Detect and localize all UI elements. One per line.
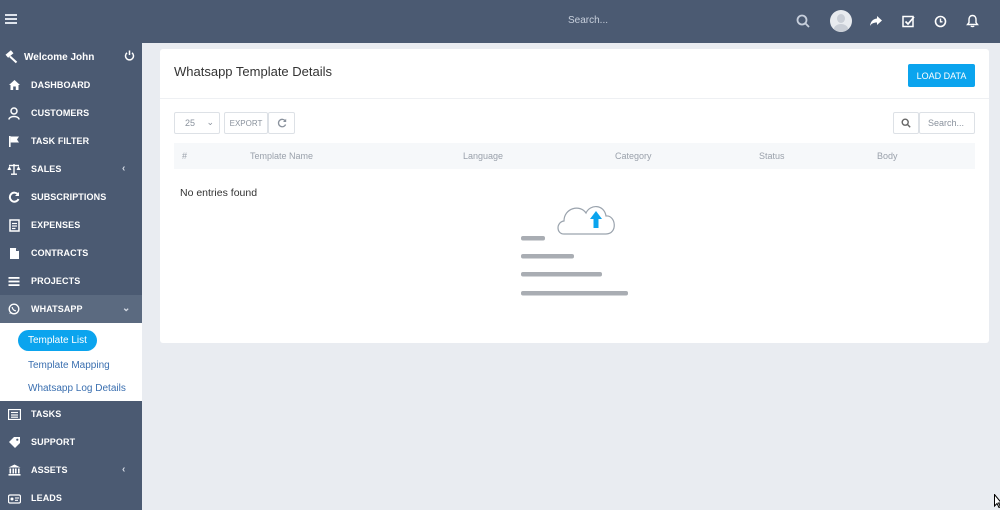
- ticket-icon: [7, 435, 21, 449]
- sidebar-item-sales[interactable]: SALES ‹: [0, 155, 142, 183]
- sidebar-item-label: PROJECTS: [31, 276, 81, 286]
- sidebar-item-assets[interactable]: ASSETS ‹: [0, 456, 142, 484]
- search-icon: [901, 118, 911, 128]
- sidebar: Welcome John DASHBOARD CUSTOMERS TASK FI…: [0, 43, 142, 510]
- sidebar-item-label: EXPENSES: [31, 220, 81, 230]
- template-details-card: Whatsapp Template Details LOAD DATA 25 ⌄…: [160, 49, 989, 343]
- user-icon: [7, 106, 21, 120]
- whatsapp-icon: [7, 302, 21, 316]
- chevron-left-icon: ‹: [122, 464, 126, 475]
- sidebar-item-label: WHATSAPP: [31, 304, 83, 314]
- page-size-select[interactable]: 25 ⌄: [174, 112, 220, 134]
- whatsapp-submenu: Template List Template Mapping Whatsapp …: [0, 323, 142, 401]
- checkbox-icon[interactable]: [899, 12, 917, 30]
- column-header[interactable]: Language: [463, 151, 503, 161]
- sidebar-item-label: SUPPORT: [31, 437, 76, 447]
- export-button[interactable]: EXPORT: [224, 112, 268, 134]
- bell-icon[interactable]: [963, 12, 981, 30]
- mouse-cursor-icon: [994, 493, 1000, 510]
- column-header[interactable]: Template Name: [250, 151, 313, 161]
- sidebar-item-label: ASSETS: [31, 465, 68, 475]
- gavel-icon: [4, 50, 18, 67]
- sidebar-item-label: DASHBOARD: [31, 80, 91, 90]
- load-data-button[interactable]: LOAD DATA: [908, 64, 975, 87]
- file-icon: [7, 246, 21, 260]
- sidebar-item-contracts[interactable]: CONTRACTS: [0, 239, 142, 267]
- home-icon: [7, 78, 21, 92]
- column-header[interactable]: Status: [759, 151, 785, 161]
- document-icon: [7, 218, 21, 232]
- avatar[interactable]: [830, 10, 852, 32]
- sidebar-item-dashboard[interactable]: DASHBOARD: [0, 71, 142, 99]
- sidebar-item-customers[interactable]: CUSTOMERS: [0, 99, 142, 127]
- chevron-down-icon: ⌄: [122, 303, 131, 314]
- power-icon[interactable]: [124, 50, 135, 64]
- bars-icon: [7, 274, 21, 288]
- column-header[interactable]: #: [182, 151, 187, 161]
- sidebar-item-support[interactable]: SUPPORT: [0, 428, 142, 456]
- chevron-down-icon: ⌄: [206, 117, 214, 127]
- divider: [160, 98, 989, 99]
- bank-icon: [7, 463, 21, 477]
- leads-icon: [7, 491, 21, 505]
- column-header[interactable]: Body: [877, 151, 898, 161]
- submenu-template-list[interactable]: Template List: [18, 330, 97, 351]
- sidebar-item-task-filter[interactable]: TASK FILTER: [0, 127, 142, 155]
- scale-icon: [7, 162, 21, 176]
- sidebar-item-projects[interactable]: PROJECTS: [0, 267, 142, 295]
- sidebar-item-leads[interactable]: LEADS: [0, 484, 142, 510]
- refresh-icon: [7, 190, 21, 204]
- refresh-button[interactable]: [268, 112, 295, 134]
- sidebar-item-tasks[interactable]: TASKS: [0, 400, 142, 428]
- sidebar-item-label: SALES: [31, 164, 62, 174]
- sidebar-item-label: SUBSCRIPTIONS: [31, 192, 107, 202]
- tasks-icon: [7, 407, 21, 421]
- submenu-template-mapping[interactable]: Template Mapping: [28, 360, 110, 371]
- page-title: Whatsapp Template Details: [174, 64, 333, 79]
- sidebar-item-label: TASK FILTER: [31, 136, 90, 146]
- refresh-icon: [277, 118, 286, 128]
- clock-icon[interactable]: [931, 12, 949, 30]
- sidebar-item-label: LEADS: [31, 493, 63, 503]
- welcome-header: Welcome John: [0, 43, 142, 71]
- share-icon[interactable]: [867, 12, 885, 30]
- chevron-left-icon: ‹: [122, 163, 126, 174]
- search-icon[interactable]: [794, 12, 812, 30]
- table-header: # Template Name Language Category Status…: [174, 143, 975, 169]
- sidebar-item-label: CUSTOMERS: [31, 108, 90, 118]
- cloud-upload-icon: [520, 194, 640, 304]
- menu-icon[interactable]: [5, 14, 17, 28]
- sidebar-item-whatsapp[interactable]: WHATSAPP ⌄: [0, 295, 142, 323]
- welcome-text: Welcome John: [24, 52, 95, 63]
- submenu-whatsapp-log-details[interactable]: Whatsapp Log Details: [28, 383, 126, 394]
- sidebar-item-subscriptions[interactable]: SUBSCRIPTIONS: [0, 183, 142, 211]
- top-bar: Search...: [0, 0, 1000, 43]
- sidebar-item-label: TASKS: [31, 409, 62, 419]
- search-button[interactable]: [893, 112, 919, 134]
- page-size-value: 25: [185, 118, 196, 128]
- table-search-input[interactable]: Search...: [919, 112, 975, 134]
- column-header[interactable]: Category: [615, 151, 652, 161]
- top-search-input[interactable]: Search...: [568, 15, 608, 26]
- empty-message: No entries found: [180, 187, 258, 199]
- sidebar-item-label: CONTRACTS: [31, 248, 89, 258]
- flag-icon: [7, 134, 21, 148]
- sidebar-item-expenses[interactable]: EXPENSES: [0, 211, 142, 239]
